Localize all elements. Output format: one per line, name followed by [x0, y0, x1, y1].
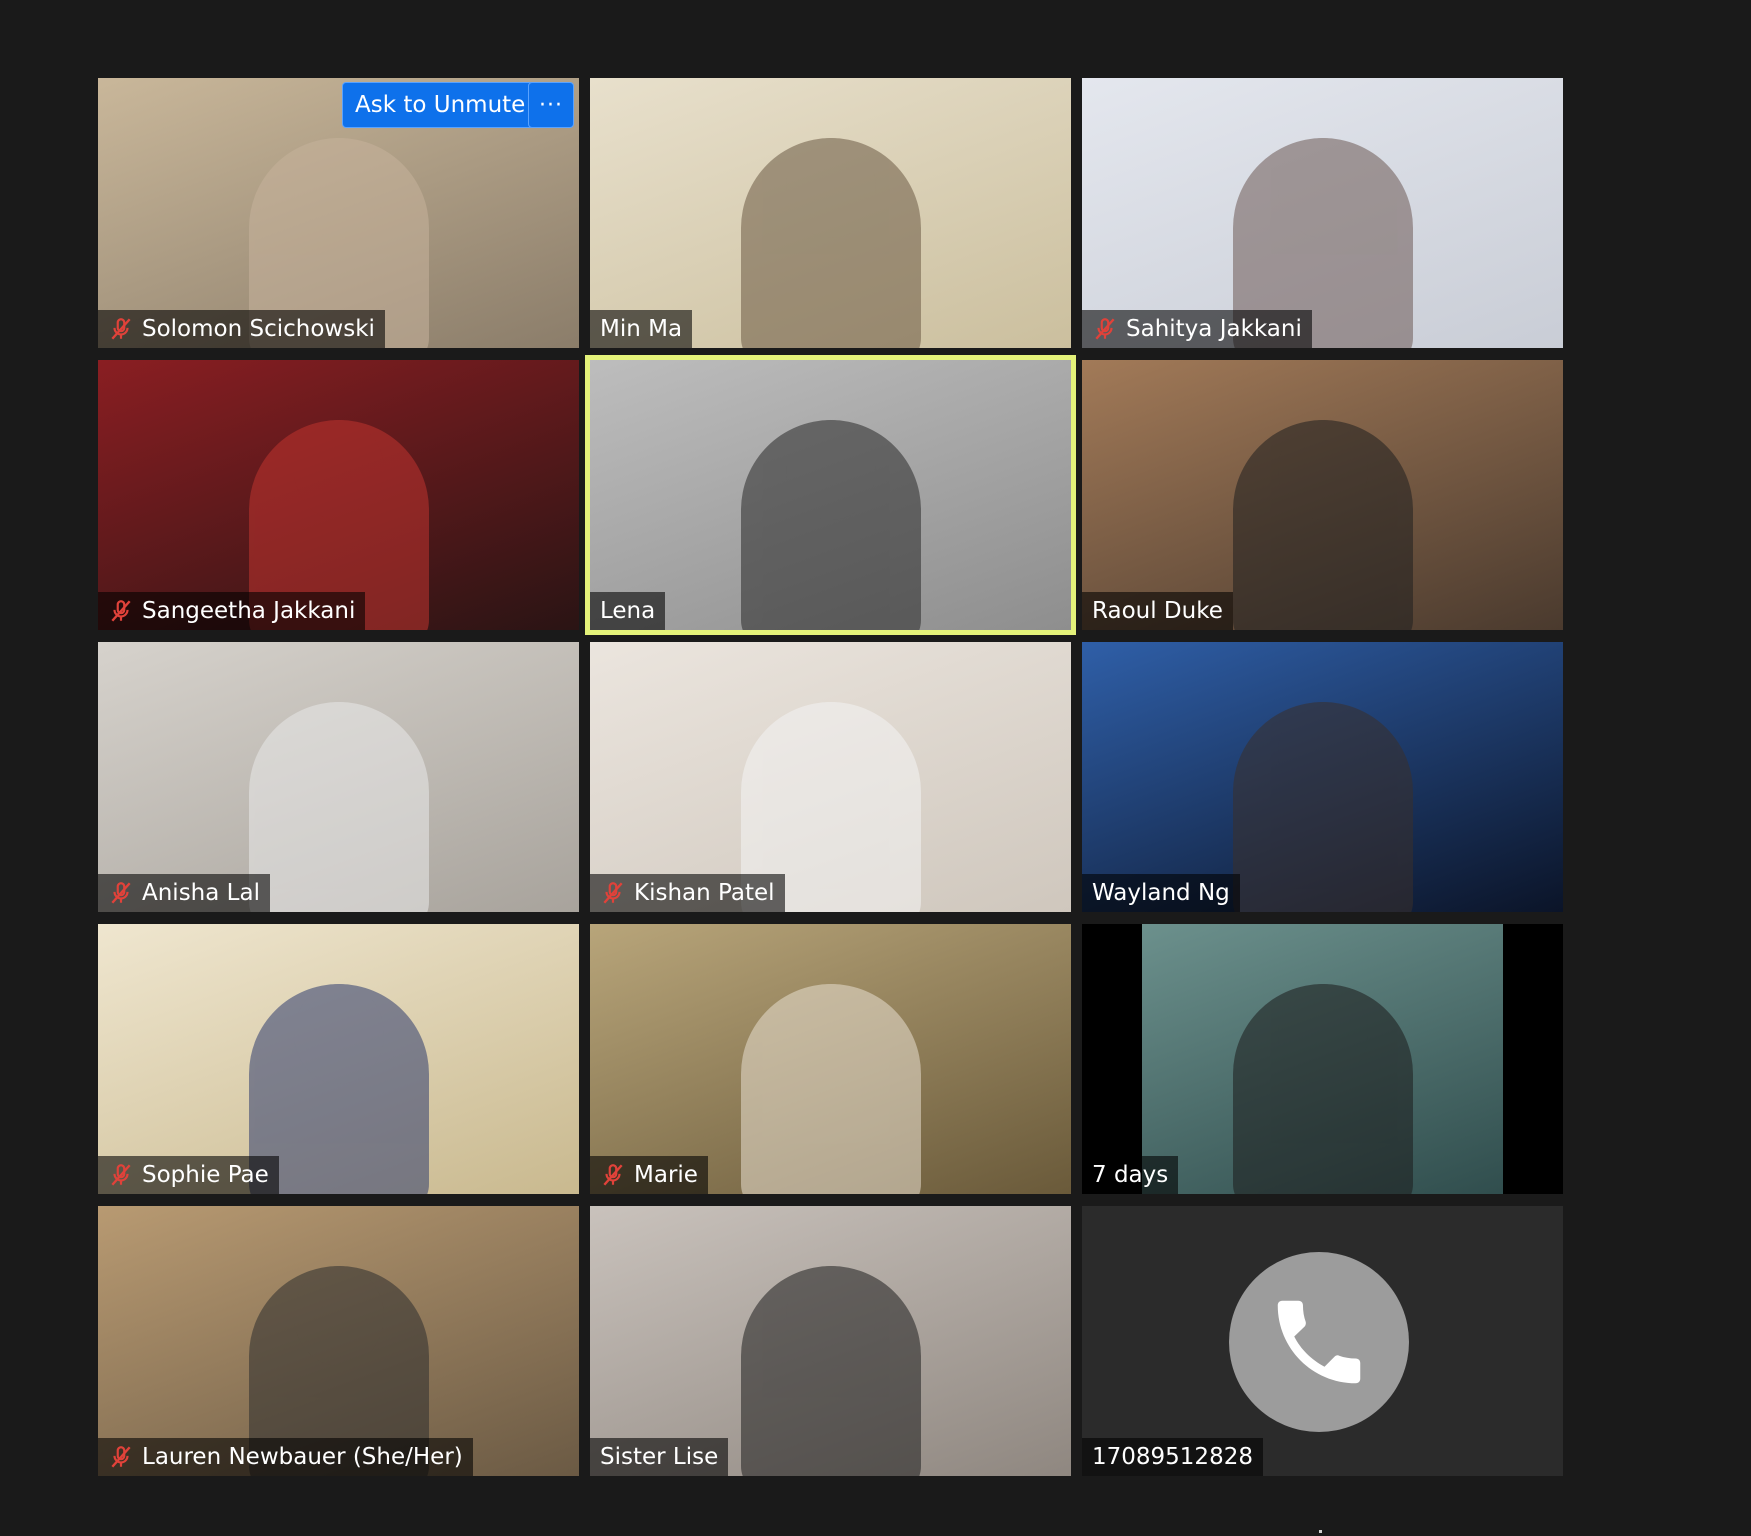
participant-head [785, 702, 876, 802]
participant-name: Kishan Patel [634, 880, 775, 906]
participant-head [785, 138, 876, 238]
cursor-mark [1319, 1530, 1322, 1533]
participant-nameplate: Sangeetha Jakkani [98, 592, 366, 630]
participant-name: Sophie Pae [142, 1162, 269, 1188]
participant-nameplate: Raoul Duke [1082, 592, 1233, 630]
participant-head [1277, 420, 1368, 520]
muted-mic-icon [108, 598, 134, 624]
muted-mic-icon [108, 1444, 134, 1470]
video-tile[interactable]: Anisha Lal [98, 642, 579, 912]
participant-figure [248, 702, 429, 912]
participant-figure [740, 1266, 921, 1476]
video-tile[interactable]: Sophie Pae [98, 924, 579, 1194]
participant-name: Sahitya Jakkani [1126, 316, 1302, 342]
muted-mic-icon [108, 316, 134, 342]
video-tile[interactable]: Sister Lise [590, 1206, 1071, 1476]
participant-head [293, 984, 384, 1084]
participant-head [293, 702, 384, 802]
participant-head [293, 138, 384, 238]
participant-name: Lauren Newbauer (She/Her) [142, 1444, 463, 1470]
participant-nameplate: Lauren Newbauer (She/Her) [98, 1438, 473, 1476]
participant-figure [740, 420, 921, 630]
participant-name: Wayland Ng [1092, 880, 1230, 906]
participant-nameplate: Min Ma [590, 310, 693, 348]
muted-mic-icon [600, 1162, 626, 1188]
participant-head [785, 984, 876, 1084]
participant-head [293, 1266, 384, 1366]
letterbox-right [1503, 924, 1563, 1194]
phone-icon [1229, 1252, 1409, 1432]
participant-nameplate: Marie [590, 1156, 708, 1194]
participant-head [785, 420, 876, 520]
participant-name: Anisha Lal [142, 880, 260, 906]
participant-head [293, 420, 384, 520]
participant-figure [1232, 702, 1413, 912]
participant-name: Sangeetha Jakkani [142, 598, 356, 624]
ask-to-unmute-button[interactable]: Ask to Unmute [342, 82, 539, 128]
participant-nameplate: Kishan Patel [590, 874, 785, 912]
participant-figure [1232, 420, 1413, 630]
participant-head [1277, 138, 1368, 238]
participant-nameplate: Wayland Ng [1082, 874, 1240, 912]
participant-nameplate: 17089512828 [1082, 1438, 1263, 1476]
participant-nameplate: Sister Lise [590, 1438, 729, 1476]
participant-nameplate: Sophie Pae [98, 1156, 279, 1194]
participant-figure [740, 138, 921, 348]
participant-name: Sister Lise [600, 1444, 719, 1470]
participant-nameplate: Anisha Lal [98, 874, 270, 912]
video-tile[interactable]: Sahitya Jakkani [1082, 78, 1563, 348]
video-tile[interactable]: Marie [590, 924, 1071, 1194]
video-tile[interactable]: Raoul Duke [1082, 360, 1563, 630]
participant-name: Marie [634, 1162, 698, 1188]
video-tile[interactable]: Wayland Ng [1082, 642, 1563, 912]
muted-mic-icon [108, 1162, 134, 1188]
muted-mic-icon [1092, 316, 1118, 342]
muted-mic-icon [108, 880, 134, 906]
video-tile[interactable]: 17089512828 [1082, 1206, 1563, 1476]
participant-nameplate: Solomon Scichowski [98, 310, 385, 348]
participant-head [1277, 984, 1368, 1084]
participant-nameplate: Sahitya Jakkani [1082, 310, 1312, 348]
participant-head [785, 1266, 876, 1366]
participant-name: 17089512828 [1092, 1444, 1253, 1470]
participant-nameplate: 7 days [1082, 1156, 1179, 1194]
video-tile[interactable]: Solomon Scichowski Ask to Unmute ··· [98, 78, 579, 348]
participant-figure [1232, 984, 1413, 1194]
video-tile[interactable]: Sangeetha Jakkani [98, 360, 579, 630]
video-tile[interactable]: Kishan Patel [590, 642, 1071, 912]
more-options-button[interactable]: ··· [528, 82, 574, 128]
participant-name: Min Ma [600, 316, 683, 342]
participant-name: Raoul Duke [1092, 598, 1223, 624]
participant-nameplate: Lena [590, 592, 666, 630]
video-gallery: Solomon Scichowski Ask to Unmute ··· Min Ma… [98, 78, 1564, 1478]
muted-mic-icon [600, 880, 626, 906]
video-tile[interactable]: Min Ma [590, 78, 1071, 348]
letterbox-left [1082, 924, 1142, 1194]
video-tile[interactable]: 7 days [1082, 924, 1563, 1194]
participant-name: 7 days [1092, 1162, 1169, 1188]
participant-figure [740, 984, 921, 1194]
video-tile[interactable]: Lena [585, 355, 1076, 635]
video-tile[interactable]: Lauren Newbauer (She/Her) [98, 1206, 579, 1476]
participant-head [1277, 702, 1368, 802]
participant-name: Lena [600, 598, 656, 624]
participant-name: Solomon Scichowski [142, 316, 375, 342]
